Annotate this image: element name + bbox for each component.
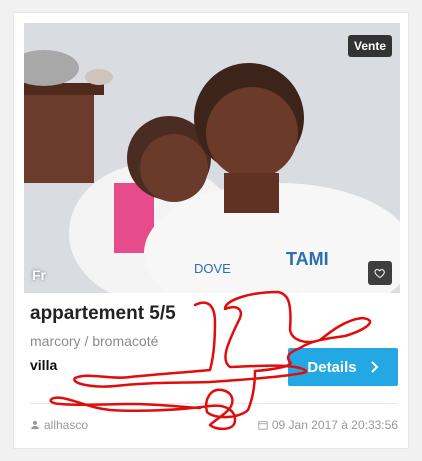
favorite-button[interactable]	[368, 261, 392, 285]
photo-illustration: TAMI DOVE	[24, 23, 400, 293]
listing-card[interactable]: TAMI DOVE Vente Fr appartement 5/5 marco…	[13, 12, 409, 449]
heart-icon	[374, 268, 385, 279]
details-button-label: Details	[307, 358, 357, 376]
listing-location: marcory / bromacoté	[30, 333, 159, 349]
author-name[interactable]: allhasco	[44, 418, 88, 432]
listing-type-badge: Vente	[347, 35, 392, 57]
svg-text:TAMI: TAMI	[286, 249, 329, 269]
language-label: Fr	[32, 267, 46, 283]
user-icon	[31, 420, 39, 430]
property-type: villa	[30, 357, 58, 373]
chevron-right-icon	[370, 361, 379, 373]
card-divider	[30, 403, 398, 404]
details-button[interactable]: Details	[288, 348, 398, 386]
listing-photo[interactable]: TAMI DOVE Vente Fr	[24, 23, 400, 293]
date-text: 09 Jan 2017 à 20:33:56	[271, 418, 398, 432]
listing-title[interactable]: appartement 5/5	[30, 303, 176, 325]
post-date: 09 Jan 2017 à 20:33:56	[258, 418, 398, 432]
calendar-icon	[258, 421, 268, 430]
svg-text:DOVE: DOVE	[194, 261, 231, 276]
author-info[interactable]: allhasco	[30, 418, 88, 432]
